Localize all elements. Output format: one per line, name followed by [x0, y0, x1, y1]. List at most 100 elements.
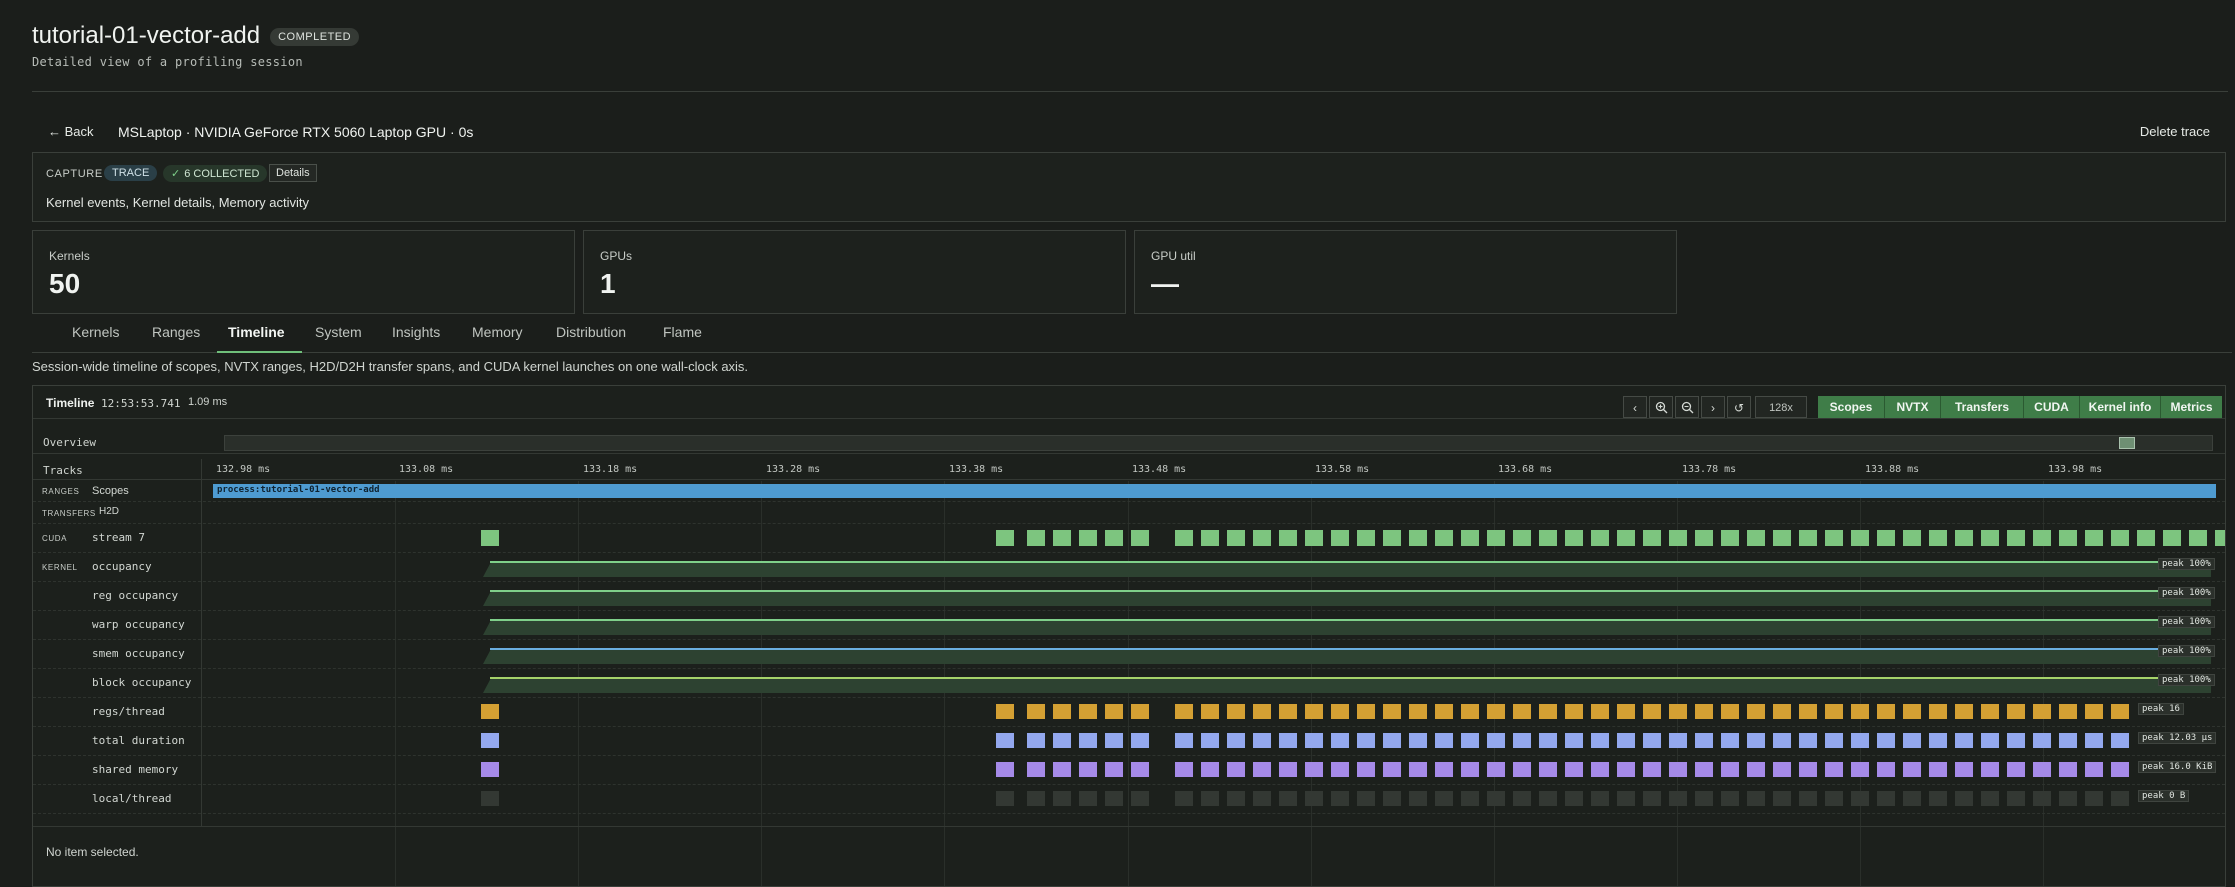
metric-marker[interactable]	[1079, 704, 1097, 719]
toggle-nvtx[interactable]: NVTX	[1885, 396, 1941, 418]
metric-marker[interactable]	[1825, 791, 1843, 806]
metric-marker[interactable]	[1435, 733, 1453, 748]
metric-marker[interactable]	[1383, 704, 1401, 719]
metric-marker[interactable]	[1175, 704, 1193, 719]
metric-marker[interactable]	[1027, 762, 1045, 777]
metric-marker[interactable]	[481, 733, 499, 748]
kernel-launch-marker[interactable]	[996, 530, 1014, 546]
metric-marker[interactable]	[2085, 762, 2103, 777]
metric-marker[interactable]	[1105, 733, 1123, 748]
metric-marker[interactable]	[1851, 733, 1869, 748]
kernel-launch-marker[interactable]	[2085, 530, 2103, 546]
metric-marker[interactable]	[1617, 733, 1635, 748]
kernel-launch-marker[interactable]	[1253, 530, 1271, 546]
kernel-launch-marker[interactable]	[2033, 530, 2051, 546]
pan-left-button[interactable]: ‹	[1623, 396, 1647, 418]
metric-marker[interactable]	[1279, 704, 1297, 719]
metric-marker[interactable]	[2085, 733, 2103, 748]
metric-marker[interactable]	[1383, 791, 1401, 806]
toggle-metrics[interactable]: Metrics	[2161, 396, 2222, 418]
metric-marker[interactable]	[1079, 733, 1097, 748]
metric-marker[interactable]	[1053, 733, 1071, 748]
metric-marker[interactable]	[1929, 762, 1947, 777]
kernel-launch-marker[interactable]	[1227, 530, 1245, 546]
metric-marker[interactable]	[1565, 733, 1583, 748]
metric-marker[interactable]	[2111, 733, 2129, 748]
metric-marker[interactable]	[1617, 791, 1635, 806]
kernel-launch-marker[interactable]	[1435, 530, 1453, 546]
metric-marker[interactable]	[1461, 762, 1479, 777]
metric-marker[interactable]	[1357, 704, 1375, 719]
metric-marker[interactable]	[1105, 704, 1123, 719]
metric-marker[interactable]	[1409, 791, 1427, 806]
metric-marker[interactable]	[2059, 704, 2077, 719]
metric-marker[interactable]	[1955, 791, 1973, 806]
metric-marker[interactable]	[2059, 791, 2077, 806]
kernel-launch-marker[interactable]	[1305, 530, 1323, 546]
delete-trace-button[interactable]: Delete trace	[2140, 124, 2210, 139]
kernel-launch-marker[interactable]	[1773, 530, 1791, 546]
metric-marker[interactable]	[1877, 733, 1895, 748]
metric-marker[interactable]	[1409, 704, 1427, 719]
tab-insights[interactable]: Insights	[392, 324, 440, 340]
metric-marker[interactable]	[1487, 733, 1505, 748]
metric-marker[interactable]	[1409, 733, 1427, 748]
metric-marker[interactable]	[1305, 733, 1323, 748]
kernel-launch-marker[interactable]	[2007, 530, 2025, 546]
kernel-launch-marker[interactable]	[481, 530, 499, 546]
metric-marker[interactable]	[1175, 762, 1193, 777]
reset-zoom-button[interactable]: ↺	[1727, 396, 1751, 418]
kernel-launch-marker[interactable]	[2189, 530, 2207, 546]
metric-marker[interactable]	[1747, 762, 1765, 777]
metric-marker[interactable]	[1409, 762, 1427, 777]
metric-marker[interactable]	[1773, 733, 1791, 748]
metric-marker[interactable]	[1539, 762, 1557, 777]
details-button[interactable]: Details	[269, 164, 317, 182]
metric-marker[interactable]	[1929, 791, 1947, 806]
metric-marker[interactable]	[1903, 704, 1921, 719]
metric-marker[interactable]	[1955, 762, 1973, 777]
metric-marker[interactable]	[1383, 762, 1401, 777]
scope-bar[interactable]: process:tutorial-01-vector-add	[213, 484, 2216, 498]
metric-marker[interactable]	[1253, 704, 1271, 719]
metric-marker[interactable]	[1695, 733, 1713, 748]
metric-marker[interactable]	[2033, 762, 2051, 777]
metric-marker[interactable]	[1279, 762, 1297, 777]
tab-memory[interactable]: Memory	[472, 324, 523, 340]
kernel-launch-marker[interactable]	[1669, 530, 1687, 546]
metric-marker[interactable]	[1201, 704, 1219, 719]
metric-marker[interactable]	[1513, 762, 1531, 777]
metric-marker[interactable]	[1253, 762, 1271, 777]
tab-kernels[interactable]: Kernels	[72, 324, 119, 340]
metric-marker[interactable]	[1027, 704, 1045, 719]
kernel-launch-marker[interactable]	[1105, 530, 1123, 546]
kernel-launch-marker[interactable]	[1721, 530, 1739, 546]
metric-marker[interactable]	[2111, 704, 2129, 719]
metric-marker[interactable]	[1747, 791, 1765, 806]
metric-marker[interactable]	[481, 704, 499, 719]
metric-marker[interactable]	[1617, 704, 1635, 719]
metric-marker[interactable]	[1799, 704, 1817, 719]
metric-marker[interactable]	[1747, 704, 1765, 719]
tab-flame[interactable]: Flame	[663, 324, 702, 340]
toggle-transfers[interactable]: Transfers	[1941, 396, 2024, 418]
kernel-launch-marker[interactable]	[1383, 530, 1401, 546]
kernel-launch-marker[interactable]	[1617, 530, 1635, 546]
metric-marker[interactable]	[1027, 791, 1045, 806]
kernel-launch-marker[interactable]	[1851, 530, 1869, 546]
metric-marker[interactable]	[1669, 733, 1687, 748]
metric-marker[interactable]	[1053, 704, 1071, 719]
metric-marker[interactable]	[1305, 762, 1323, 777]
toggle-cuda[interactable]: CUDA	[2024, 396, 2080, 418]
kernel-launch-marker[interactable]	[1903, 530, 1921, 546]
kernel-launch-marker[interactable]	[1643, 530, 1661, 546]
metric-marker[interactable]	[1799, 762, 1817, 777]
kernel-launch-marker[interactable]	[1131, 530, 1149, 546]
metric-marker[interactable]	[1825, 733, 1843, 748]
metric-marker[interactable]	[1279, 791, 1297, 806]
metric-marker[interactable]	[1825, 762, 1843, 777]
metric-marker[interactable]	[1461, 733, 1479, 748]
metric-marker[interactable]	[1131, 704, 1149, 719]
metric-marker[interactable]	[1357, 791, 1375, 806]
metric-marker[interactable]	[1253, 733, 1271, 748]
